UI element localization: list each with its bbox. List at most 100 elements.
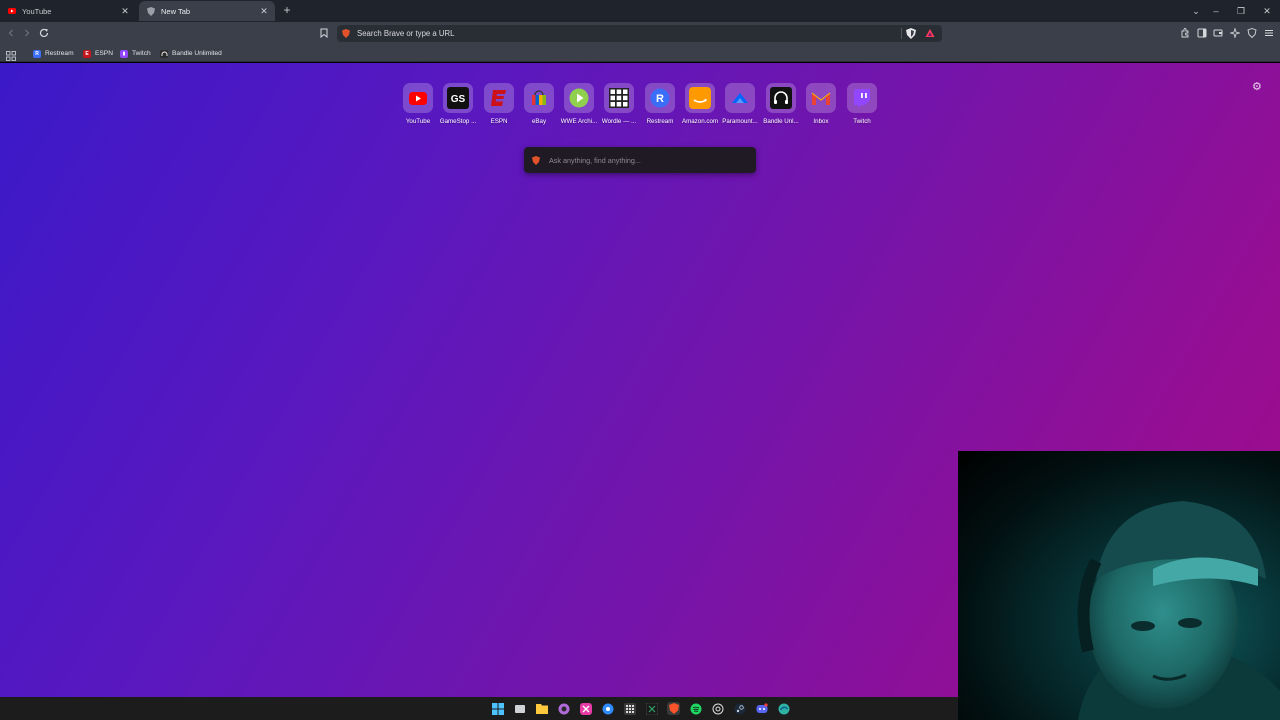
spotify-icon[interactable] (689, 702, 702, 715)
top-site-label: Bandle Unl... (763, 118, 799, 125)
amazon-icon (685, 83, 715, 113)
gmail-icon (806, 83, 836, 113)
tab-youtube[interactable]: YouTube ✕ (0, 1, 136, 21)
top-site-twitch[interactable]: Twitch (842, 83, 882, 125)
leo-ai-icon[interactable] (1229, 27, 1241, 39)
close-tab-icon[interactable]: ✕ (120, 6, 130, 16)
top-site-gamestop[interactable]: GS GameStop ... (438, 83, 478, 125)
browser-toolbar: Search Brave or type a URL (0, 22, 1280, 45)
ntp-search-input[interactable]: Ask anything, find anything... (524, 147, 756, 173)
headphones-icon (766, 83, 796, 113)
brave-shields-icon[interactable] (906, 28, 916, 41)
bookmark-label: Twitch (132, 50, 151, 57)
vpn-shield-icon[interactable] (1246, 27, 1258, 39)
paramount-icon (725, 83, 755, 113)
back-button[interactable] (5, 27, 17, 39)
close-window-button[interactable]: ✕ (1260, 4, 1274, 18)
windows-start-icon[interactable] (491, 702, 504, 715)
ebay-icon (524, 83, 554, 113)
restream-icon: R (33, 49, 41, 58)
restore-button[interactable]: ❐ (1234, 4, 1248, 18)
tab-strip: YouTube ✕ New Tab ✕ + ⌄ – ❐ ✕ (0, 0, 1280, 22)
omnibox-divider (901, 28, 902, 39)
webcam-overlay (958, 451, 1280, 720)
extensions-icon[interactable] (1179, 27, 1191, 39)
discord-icon[interactable] (755, 702, 768, 715)
espn-icon: E (83, 49, 91, 58)
obs-icon[interactable] (557, 702, 570, 715)
tab-search-chevron-icon[interactable]: ⌄ (1189, 4, 1203, 18)
tab-new-tab[interactable]: New Tab ✕ (139, 1, 275, 21)
brave-logo-icon (342, 29, 350, 40)
wallet-icon[interactable] (1212, 27, 1224, 39)
address-bar[interactable]: Search Brave or type a URL (337, 25, 942, 42)
tab-title: New Tab (161, 6, 191, 16)
svg-text:GS: GS (451, 94, 466, 105)
headphones-icon (160, 49, 168, 58)
top-site-paramount[interactable]: Paramount... (720, 83, 760, 125)
top-site-youtube[interactable]: YouTube (398, 83, 438, 125)
twitch-icon: ▮ (120, 49, 128, 58)
bookmark-icon[interactable] (318, 27, 330, 39)
top-site-label: Restream (646, 118, 674, 125)
top-site-inbox[interactable]: Inbox (801, 83, 841, 125)
top-site-label: Inbox (813, 118, 829, 125)
new-tab-button[interactable]: + (281, 4, 293, 16)
task-view-icon[interactable] (513, 702, 526, 715)
twitch-icon (847, 83, 877, 113)
search-placeholder: Ask anything, find anything... (549, 155, 641, 165)
windows-taskbar (0, 697, 958, 720)
top-site-label: Paramount... (722, 118, 758, 125)
menu-icon[interactable] (1263, 27, 1275, 39)
brave-rewards-icon[interactable] (925, 28, 935, 40)
bookmark-restream[interactable]: R Restream (33, 47, 74, 60)
top-site-amazon[interactable]: Amazon.com (680, 83, 720, 125)
app-pink-icon[interactable] (579, 702, 592, 715)
top-site-label: Wordle — ... (601, 118, 637, 125)
wordle-grid-icon (604, 83, 634, 113)
top-site-wwe-archive[interactable]: WWE Archi... (559, 83, 599, 125)
brave-shield-icon (147, 6, 155, 16)
app-blue-icon[interactable] (601, 702, 614, 715)
bookmark-espn[interactable]: E ESPN (83, 47, 113, 60)
excel-icon[interactable] (645, 702, 658, 715)
youtube-icon (403, 83, 433, 113)
top-site-label: YouTube (405, 118, 431, 125)
brave-logo-icon (532, 156, 540, 167)
forward-button[interactable] (21, 27, 33, 39)
address-bar-placeholder: Search Brave or type a URL (357, 29, 455, 38)
tab-title: YouTube (22, 6, 52, 16)
top-site-ebay[interactable]: eBay (519, 83, 559, 125)
calculator-icon[interactable] (623, 702, 636, 715)
youtube-icon (8, 7, 16, 15)
top-site-espn[interactable]: ESPN (479, 83, 519, 125)
file-explorer-icon[interactable] (535, 702, 548, 715)
bookmark-label: Bandle Unlimited (172, 50, 222, 57)
top-site-bandle[interactable]: Bandle Unl... (761, 83, 801, 125)
play-icon (564, 83, 594, 113)
top-site-restream[interactable]: R Restream (640, 83, 680, 125)
gear-icon[interactable]: ⚙ (1252, 82, 1263, 93)
steam-icon[interactable] (733, 702, 746, 715)
chatgpt-icon[interactable] (711, 702, 724, 715)
top-site-label: Twitch (853, 118, 871, 125)
edge-icon[interactable] (777, 702, 790, 715)
top-site-label: GameStop ... (439, 118, 477, 125)
top-site-label: WWE Archi... (560, 118, 598, 125)
reload-button[interactable] (38, 27, 50, 39)
bookmark-label: ESPN (95, 50, 113, 57)
sidebar-icon[interactable] (1196, 27, 1208, 39)
bookmark-bandle[interactable]: Bandle Unlimited (160, 47, 222, 60)
minimize-button[interactable]: – (1209, 4, 1223, 18)
close-tab-icon[interactable]: ✕ (259, 6, 269, 16)
espn-icon (484, 83, 514, 113)
top-site-label: eBay (531, 118, 547, 125)
bookmarks-bar: R Restream E ESPN ▮ Twitch Bandle Unlimi… (0, 45, 1280, 62)
gamestop-icon: GS (443, 83, 473, 113)
top-site-label: Amazon.com (681, 118, 719, 125)
brave-browser-icon[interactable] (667, 702, 680, 715)
top-site-wordle[interactable]: Wordle — ... (599, 83, 639, 125)
webcam-person-image (1077, 501, 1280, 720)
bookmark-twitch[interactable]: ▮ Twitch (120, 47, 151, 60)
bookmark-label: Restream (45, 50, 74, 57)
